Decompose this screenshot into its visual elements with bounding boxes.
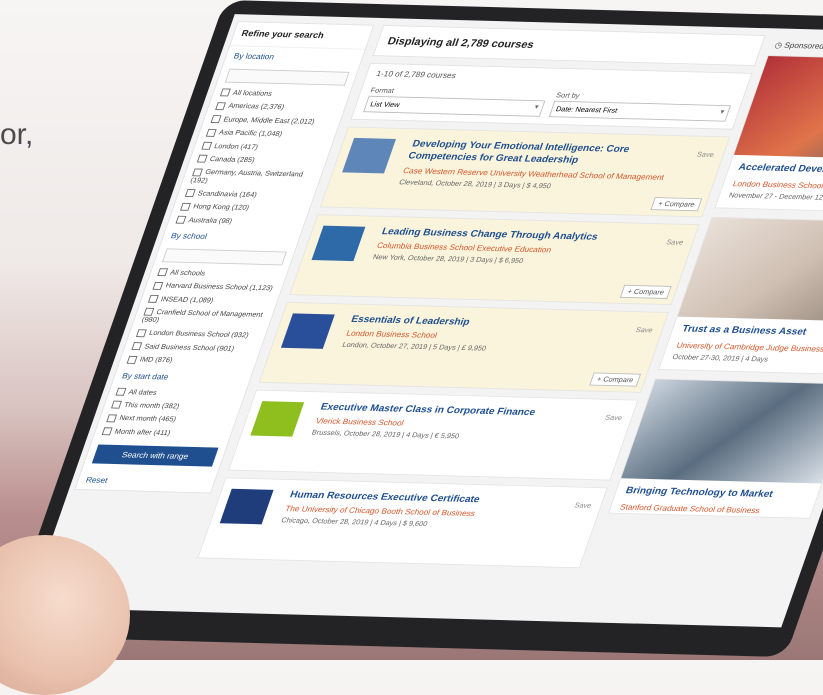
facet-label: This month (382) <box>122 400 181 411</box>
facet-label: London (417) <box>213 141 260 151</box>
checkbox[interactable] <box>180 202 192 211</box>
save-button[interactable]: Save <box>604 414 623 422</box>
by-school-link[interactable]: By school <box>161 226 302 248</box>
checkbox[interactable] <box>157 268 169 277</box>
course-card[interactable]: Leading Business Change Through Analytic… <box>289 214 700 306</box>
laptop-bezel: Refine your search By location All locat… <box>3 0 823 658</box>
sort-select-value: Date: Nearest First <box>554 105 619 115</box>
checkbox[interactable] <box>205 128 217 137</box>
checkbox[interactable] <box>131 342 143 351</box>
save-button[interactable]: Save <box>696 150 715 158</box>
facet-label: London Business School (932) <box>147 329 250 340</box>
sort-select-group: Sort by Date: Nearest First ▾ <box>548 91 735 122</box>
facet-label: All locations <box>231 88 274 98</box>
save-button[interactable]: Save <box>665 238 684 246</box>
results-range-panel: 1-10 of 2,789 courses Format List View ▾ … <box>350 62 753 130</box>
facet-label: All dates <box>127 387 159 397</box>
facet-label: Cranfield School of Management (980) <box>140 308 264 325</box>
facet-label: Said Business School (901) <box>143 342 236 353</box>
sponsored-dates: October 27-30, 2019 | 4 Days <box>671 352 770 364</box>
facet-label: Europe, Middle East (2,012) <box>222 115 316 126</box>
course-title[interactable]: Developing Your Emotional Intelligence: … <box>406 138 717 171</box>
sponsored-dates: November 27 - December 12, 2019 | 6 mont… <box>727 191 823 203</box>
chevron-down-icon: ▾ <box>533 102 540 111</box>
checkbox[interactable] <box>143 308 155 317</box>
facet-label: Germany, Austria, Switzerland (192) <box>189 168 305 185</box>
date-facet-list: All dates This month (382) Next month (465… <box>93 385 246 441</box>
checkbox[interactable] <box>215 102 227 110</box>
format-select-value: List View <box>369 100 401 109</box>
compare-button[interactable]: + Compare <box>620 284 672 299</box>
checkbox[interactable] <box>101 427 113 436</box>
school-logo-icon <box>280 313 335 349</box>
facet-label: Asia Pacific (1,048) <box>217 128 284 138</box>
facet-label: Canada (285) <box>208 154 256 164</box>
checkbox[interactable] <box>219 88 231 97</box>
search-with-range-button[interactable]: Search with range <box>91 444 219 467</box>
school-facet-list: All schools Harvard Business School (1,12… <box>119 265 289 369</box>
facet-label: Harvard Business School (1,123) <box>164 281 274 293</box>
facet-label: IMD (876) <box>138 355 174 365</box>
checkbox[interactable] <box>126 355 138 364</box>
course-card[interactable]: Human Resources Executive Certificate The… <box>197 477 608 569</box>
checkbox[interactable] <box>152 281 164 290</box>
school-search-input[interactable] <box>162 248 287 266</box>
sponsored-photo <box>677 217 823 322</box>
save-button[interactable]: Save <box>635 326 654 334</box>
sponsored-photo <box>621 379 823 484</box>
save-button[interactable]: Save <box>573 501 592 509</box>
chevron-down-icon: ▾ <box>719 107 726 116</box>
checkbox[interactable] <box>115 387 127 396</box>
facet-label: Australia (98) <box>187 215 234 225</box>
checkbox[interactable] <box>210 115 222 124</box>
school-logo-icon <box>342 137 396 174</box>
course-card[interactable]: Developing Your Emotional Intelligence: … <box>319 126 731 218</box>
compare-button[interactable]: + Compare <box>650 197 703 212</box>
compare-button[interactable]: + Compare <box>589 372 642 387</box>
checkbox[interactable] <box>184 189 196 198</box>
facet-item[interactable]: Month after (411) <box>93 424 232 441</box>
course-card[interactable]: Executive Master Class in Corporate Fina… <box>228 389 639 481</box>
laptop: Refine your search By location All locat… <box>0 0 823 660</box>
facet-label: INSEAD (1,089) <box>159 294 215 305</box>
course-card[interactable]: Essentials of Leadership London Business … <box>258 301 670 393</box>
checkbox[interactable] <box>147 294 159 303</box>
results-count-heading: Displaying all 2,789 courses <box>385 34 536 51</box>
reset-link[interactable]: Reset <box>75 470 216 492</box>
sponsored-card[interactable]: Bringing Technology to Market Stanford Gr… <box>607 378 823 519</box>
facet-label: Month after (411) <box>113 427 172 437</box>
sort-select[interactable]: Date: Nearest First ▾ <box>548 100 732 122</box>
checkbox[interactable] <box>135 329 147 338</box>
facet-label: Americas (2,376) <box>227 102 286 112</box>
facet-label: All schools <box>169 268 207 278</box>
format-select-group: Format List View ▾ <box>363 86 549 117</box>
location-search-input[interactable] <box>224 68 350 86</box>
by-location-link[interactable]: By location <box>223 46 364 68</box>
facet-label: Scandinavia (164) <box>196 189 259 199</box>
checkbox[interactable] <box>196 154 208 163</box>
school-logo-icon <box>311 225 366 262</box>
checkbox[interactable] <box>106 414 118 423</box>
sponsored-label-text: Sponsored courses <box>782 40 823 51</box>
laptop-screen: Refine your search By location All locat… <box>27 14 823 628</box>
school-logo-icon <box>250 401 305 437</box>
facet-label: Hong Kong (120) <box>192 202 251 212</box>
checkbox[interactable] <box>175 215 187 224</box>
format-select[interactable]: List View ▾ <box>363 95 546 117</box>
checkbox[interactable] <box>192 168 203 177</box>
checkbox[interactable] <box>201 141 213 150</box>
checkbox[interactable] <box>110 401 122 409</box>
refine-title: Refine your search <box>230 22 374 50</box>
facet-label: Next month (465) <box>118 414 178 424</box>
results-header-panel: Displaying all 2,789 courses <box>372 25 766 67</box>
school-logo-icon <box>219 488 274 525</box>
